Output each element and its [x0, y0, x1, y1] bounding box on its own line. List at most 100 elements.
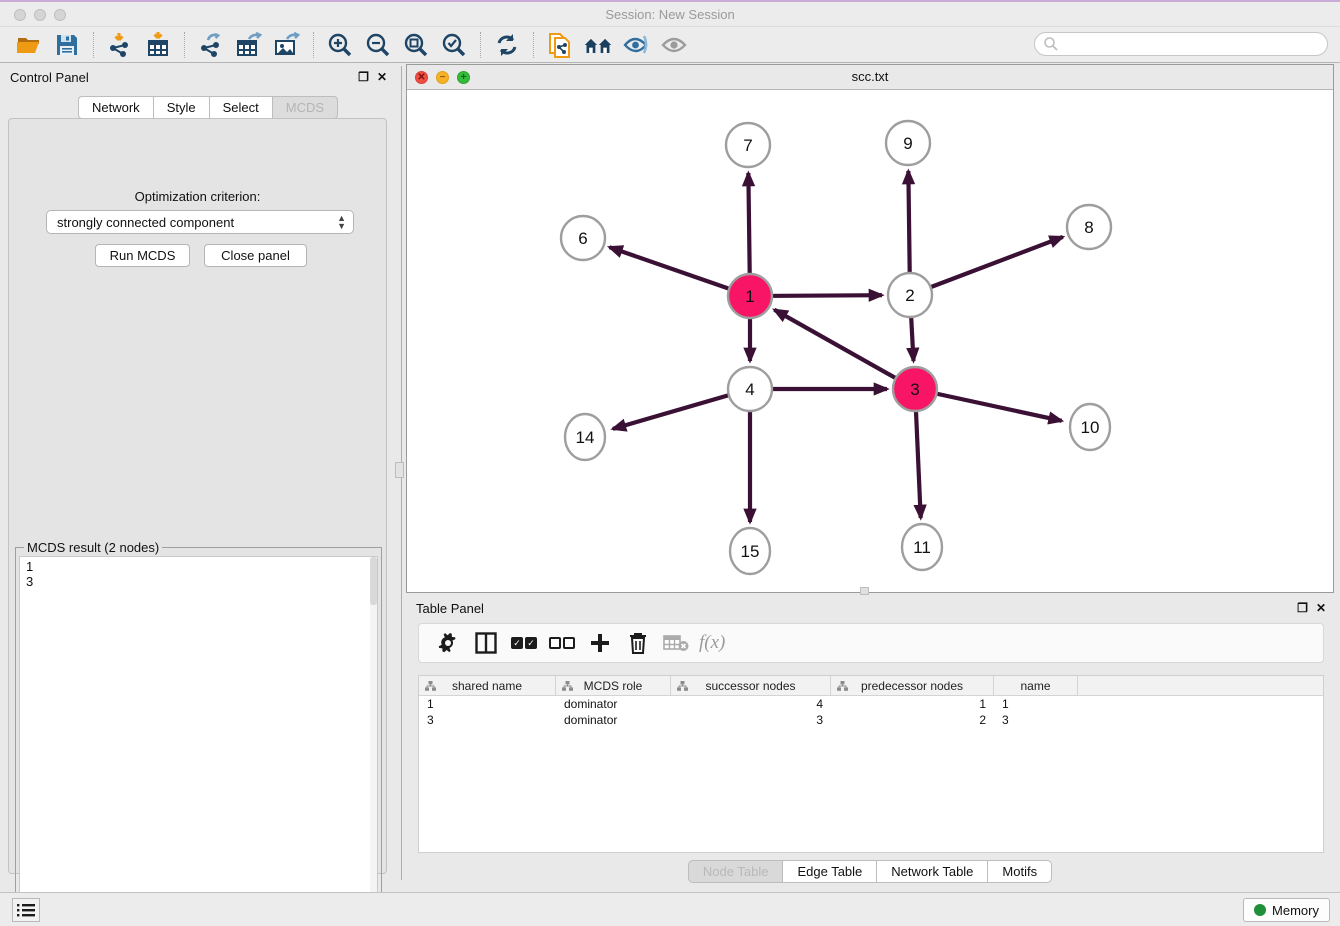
deselect-all-columns-icon[interactable]: [547, 628, 577, 658]
table-toolbar: ✓✓ f(x): [418, 623, 1324, 663]
cell-name[interactable]: 1: [994, 696, 1078, 712]
node-3[interactable]: 3: [893, 367, 937, 411]
node-8[interactable]: 8: [1067, 205, 1111, 249]
node-table-body[interactable]: 1dominator4113dominator323: [419, 696, 1323, 728]
tab-select[interactable]: Select: [209, 96, 272, 119]
list-icon: [17, 903, 35, 917]
column-header-predecessor-nodes[interactable]: predecessor nodes: [831, 676, 994, 696]
zoom-in-icon[interactable]: [325, 31, 355, 59]
close-panel-button[interactable]: Close panel: [204, 244, 307, 267]
criterion-dropdown[interactable]: strongly connected component ▲▼: [46, 210, 354, 234]
show-all-icon[interactable]: [659, 31, 689, 59]
network-window-titlebar[interactable]: ✕ − + scc.txt: [407, 65, 1333, 90]
tab-edge-table[interactable]: Edge Table: [782, 860, 876, 883]
network-canvas[interactable]: 1 2 3 4 6 7 8 9 10 11 14 15: [407, 90, 1333, 592]
mcds-result-text[interactable]: 1 3: [19, 556, 378, 918]
refresh-layout-icon[interactable]: [492, 31, 522, 59]
cell-successor-nodes[interactable]: 4: [671, 696, 831, 712]
table-tabs: Node TableEdge TableNetwork TableMotifs: [406, 860, 1334, 883]
zoom-out-icon[interactable]: [363, 31, 393, 59]
tab-network-table[interactable]: Network Table: [876, 860, 987, 883]
svg-text:2: 2: [905, 286, 914, 305]
node-table-header[interactable]: shared nameMCDS rolesuccessor nodesprede…: [419, 676, 1323, 696]
dropdown-stepper-icon: ▲▼: [337, 214, 346, 230]
edge-2-8[interactable]: [910, 237, 1063, 295]
node-14[interactable]: 14: [565, 414, 605, 460]
run-mcds-button[interactable]: Run MCDS: [95, 244, 190, 267]
svg-text:4: 4: [745, 380, 754, 399]
column-header-successor-nodes[interactable]: successor nodes: [671, 676, 831, 696]
export-network-icon[interactable]: [196, 31, 226, 59]
column-header-shared-name[interactable]: shared name: [419, 676, 556, 696]
optimization-criterion-label: Optimization criterion:: [9, 189, 386, 204]
node-1[interactable]: 1: [728, 274, 772, 318]
mcds-result-group: MCDS result (2 nodes) 1 3: [15, 547, 382, 922]
zoom-fit-icon[interactable]: [401, 31, 431, 59]
export-image-icon[interactable]: [272, 31, 302, 59]
table-float-panel-icon[interactable]: ❐: [1297, 601, 1308, 615]
table-row[interactable]: 1dominator411: [419, 696, 1323, 712]
node-11[interactable]: 11: [902, 524, 942, 570]
search-input[interactable]: [1034, 32, 1328, 56]
cell-successor-nodes[interactable]: 3: [671, 712, 831, 728]
node-7[interactable]: 7: [726, 123, 770, 167]
save-session-icon[interactable]: [52, 31, 82, 59]
cell-predecessor-nodes[interactable]: 1: [831, 696, 994, 712]
control-panel-header: Control Panel ❐ ✕: [0, 66, 395, 90]
node-9[interactable]: 9: [886, 121, 930, 165]
clone-network-icon[interactable]: [545, 31, 575, 59]
mcds-tab-content: Optimization criterion: strongly connect…: [8, 118, 387, 874]
open-session-icon[interactable]: [14, 31, 44, 59]
tab-mcds[interactable]: MCDS: [272, 96, 338, 119]
search-icon: [1043, 36, 1059, 52]
close-panel-icon[interactable]: ✕: [377, 70, 387, 84]
first-neighbors-icon[interactable]: [583, 31, 613, 59]
table-row[interactable]: 3dominator323: [419, 712, 1323, 728]
memory-button[interactable]: Memory: [1243, 898, 1330, 922]
toolbar-separator: [184, 32, 185, 58]
column-header-MCDS-role[interactable]: MCDS role: [556, 676, 671, 696]
table-close-panel-icon[interactable]: ✕: [1316, 601, 1326, 615]
import-table-icon[interactable]: [143, 31, 173, 59]
svg-text:3: 3: [910, 380, 919, 399]
hide-selected-icon[interactable]: [621, 31, 651, 59]
tab-node-table[interactable]: Node Table: [688, 860, 783, 883]
zoom-selected-icon[interactable]: [439, 31, 469, 59]
edge-3-1[interactable]: [774, 310, 915, 389]
mcds-result-scrollbar[interactable]: [370, 557, 377, 917]
svg-text:11: 11: [913, 538, 931, 557]
horizontal-split-handle[interactable]: [860, 587, 869, 595]
add-column-icon[interactable]: [585, 628, 615, 658]
cell-shared-name[interactable]: 1: [419, 696, 556, 712]
window-title: Session: New Session: [0, 7, 1340, 22]
float-panel-icon[interactable]: ❐: [358, 70, 369, 84]
node-2[interactable]: 2: [888, 273, 932, 317]
node-table[interactable]: shared nameMCDS rolesuccessor nodesprede…: [418, 675, 1324, 853]
export-table-icon[interactable]: [234, 31, 264, 59]
cell-shared-name[interactable]: 3: [419, 712, 556, 728]
tab-style[interactable]: Style: [153, 96, 209, 119]
svg-text:8: 8: [1084, 218, 1093, 237]
tab-motifs[interactable]: Motifs: [987, 860, 1052, 883]
show-columns-icon[interactable]: [471, 628, 501, 658]
cell-name[interactable]: 3: [994, 712, 1078, 728]
node-15[interactable]: 15: [730, 528, 770, 574]
vertical-split-handle[interactable]: [395, 462, 404, 478]
task-history-button[interactable]: [12, 898, 40, 922]
node-10[interactable]: 10: [1070, 404, 1110, 450]
delete-columns-icon[interactable]: [623, 628, 653, 658]
function-builder-icon[interactable]: f(x): [699, 628, 725, 658]
table-mode-gear-icon[interactable]: [433, 628, 463, 658]
delete-table-icon[interactable]: [661, 628, 691, 658]
cell-predecessor-nodes[interactable]: 2: [831, 712, 994, 728]
cell-MCDS-role[interactable]: dominator: [556, 712, 671, 728]
column-header-name[interactable]: name: [994, 676, 1078, 696]
import-network-icon[interactable]: [105, 31, 135, 59]
toolbar-separator: [93, 32, 94, 58]
select-all-columns-icon[interactable]: ✓✓: [509, 628, 539, 658]
node-6[interactable]: 6: [561, 216, 605, 260]
node-4[interactable]: 4: [728, 367, 772, 411]
application-window: Session: New Session: [0, 0, 1340, 926]
cell-MCDS-role[interactable]: dominator: [556, 696, 671, 712]
tab-network[interactable]: Network: [78, 96, 153, 119]
